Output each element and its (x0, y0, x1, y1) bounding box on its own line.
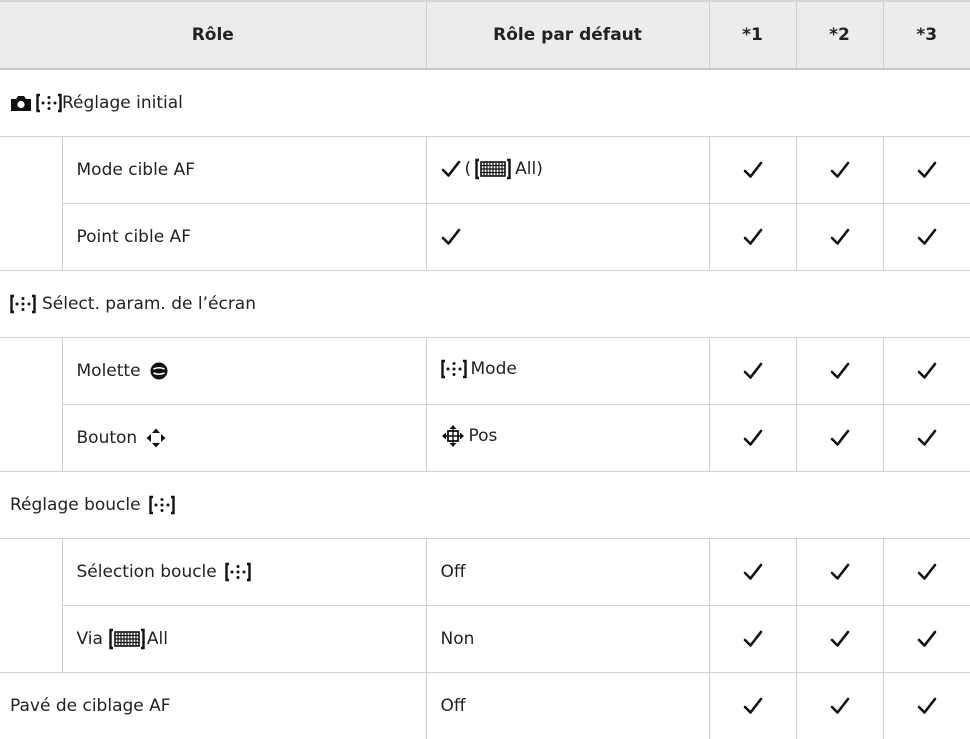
default-value: Off (427, 562, 466, 582)
indent-cell (0, 338, 62, 405)
section-row-initial: Réglage initial (0, 69, 970, 137)
default-text: All) (515, 159, 543, 179)
checkmark-icon (917, 161, 937, 179)
row-label: Pavé de ciblage AF (0, 696, 171, 716)
header-col-2: *2 (796, 1, 883, 69)
checkmark-icon (743, 161, 763, 179)
table-row: Via All Non (0, 606, 970, 673)
checkmark-icon (830, 563, 850, 581)
checkmark-icon (830, 630, 850, 648)
checkmark-icon (917, 228, 937, 246)
row-label: Bouton (77, 428, 138, 448)
all-target-icon (109, 628, 145, 650)
default-value: ( All) (427, 158, 543, 180)
section-row-loop: Réglage boucle (0, 472, 970, 539)
checkmark-icon (743, 563, 763, 581)
checkmark-icon (743, 630, 763, 648)
default-value: Mode (427, 359, 517, 379)
checkmark-icon (743, 228, 763, 246)
all-target-icon (475, 158, 511, 180)
section-title: Sélect. param. de l’écran (42, 294, 256, 314)
checkmark-icon (743, 429, 763, 447)
af-target-icon (225, 562, 251, 582)
checkmark-icon (830, 228, 850, 246)
checkmark-icon (441, 228, 461, 246)
checkmark-icon (917, 563, 937, 581)
settings-table: Rôle Rôle par défaut *1 *2 *3 Réglage in… (0, 0, 970, 739)
paren-open: ( (465, 159, 472, 179)
table-row: Molette Mode (0, 338, 970, 405)
section-title: Réglage boucle (10, 495, 141, 515)
checkmark-icon (830, 362, 850, 380)
indent-cell (0, 405, 62, 472)
checkmark-icon (917, 429, 937, 447)
checkmark-icon (917, 362, 937, 380)
indent-cell (0, 204, 62, 271)
table-row: Point cible AF (0, 204, 970, 271)
arrow-pad-pos-icon (441, 424, 465, 448)
af-target-icon (10, 294, 36, 314)
default-value: Non (427, 629, 475, 649)
table-row: Mode cible AF ( All) (0, 137, 970, 204)
row-label: Sélection boucle (77, 562, 217, 582)
indent-cell (0, 137, 62, 204)
dial-icon (149, 361, 169, 381)
af-target-icon (441, 359, 467, 379)
header-col-3: *3 (883, 1, 970, 69)
checkmark-icon (743, 362, 763, 380)
default-text: Pos (469, 426, 498, 446)
row-label-suffix: All (147, 629, 168, 649)
row-label: Mode cible AF (63, 160, 196, 180)
checkmark-icon (743, 697, 763, 715)
table-row: Pavé de ciblage AF Off (0, 673, 970, 739)
default-value: Pos (427, 424, 498, 448)
camera-icon (10, 94, 32, 112)
header-default-role: Rôle par défaut (426, 1, 709, 69)
table-row: Sélection boucle Off (0, 539, 970, 606)
checkmark-icon (830, 697, 850, 715)
indent-cell (0, 539, 62, 606)
checkmark-icon (830, 429, 850, 447)
checkmark-icon (830, 161, 850, 179)
row-label: Point cible AF (63, 227, 191, 247)
af-target-icon (36, 93, 62, 113)
header-role: Rôle (0, 1, 426, 69)
row-label: Molette (77, 361, 141, 381)
default-text: Mode (471, 359, 517, 379)
section-row-screen: Sélect. param. de l’écran (0, 271, 970, 338)
checkmark-icon (917, 697, 937, 715)
section-title: Réglage initial (62, 93, 183, 113)
af-target-icon (149, 495, 175, 515)
indent-cell (0, 606, 62, 673)
row-label: Via (77, 629, 103, 649)
table-row: Bouton Pos (0, 405, 970, 472)
header-col-1: *1 (709, 1, 796, 69)
table-header-row: Rôle Rôle par défaut *1 *2 *3 (0, 1, 970, 69)
checkmark-icon (441, 160, 461, 178)
default-value: Off (427, 696, 466, 716)
arrow-pad-icon (145, 427, 167, 449)
checkmark-icon (917, 630, 937, 648)
